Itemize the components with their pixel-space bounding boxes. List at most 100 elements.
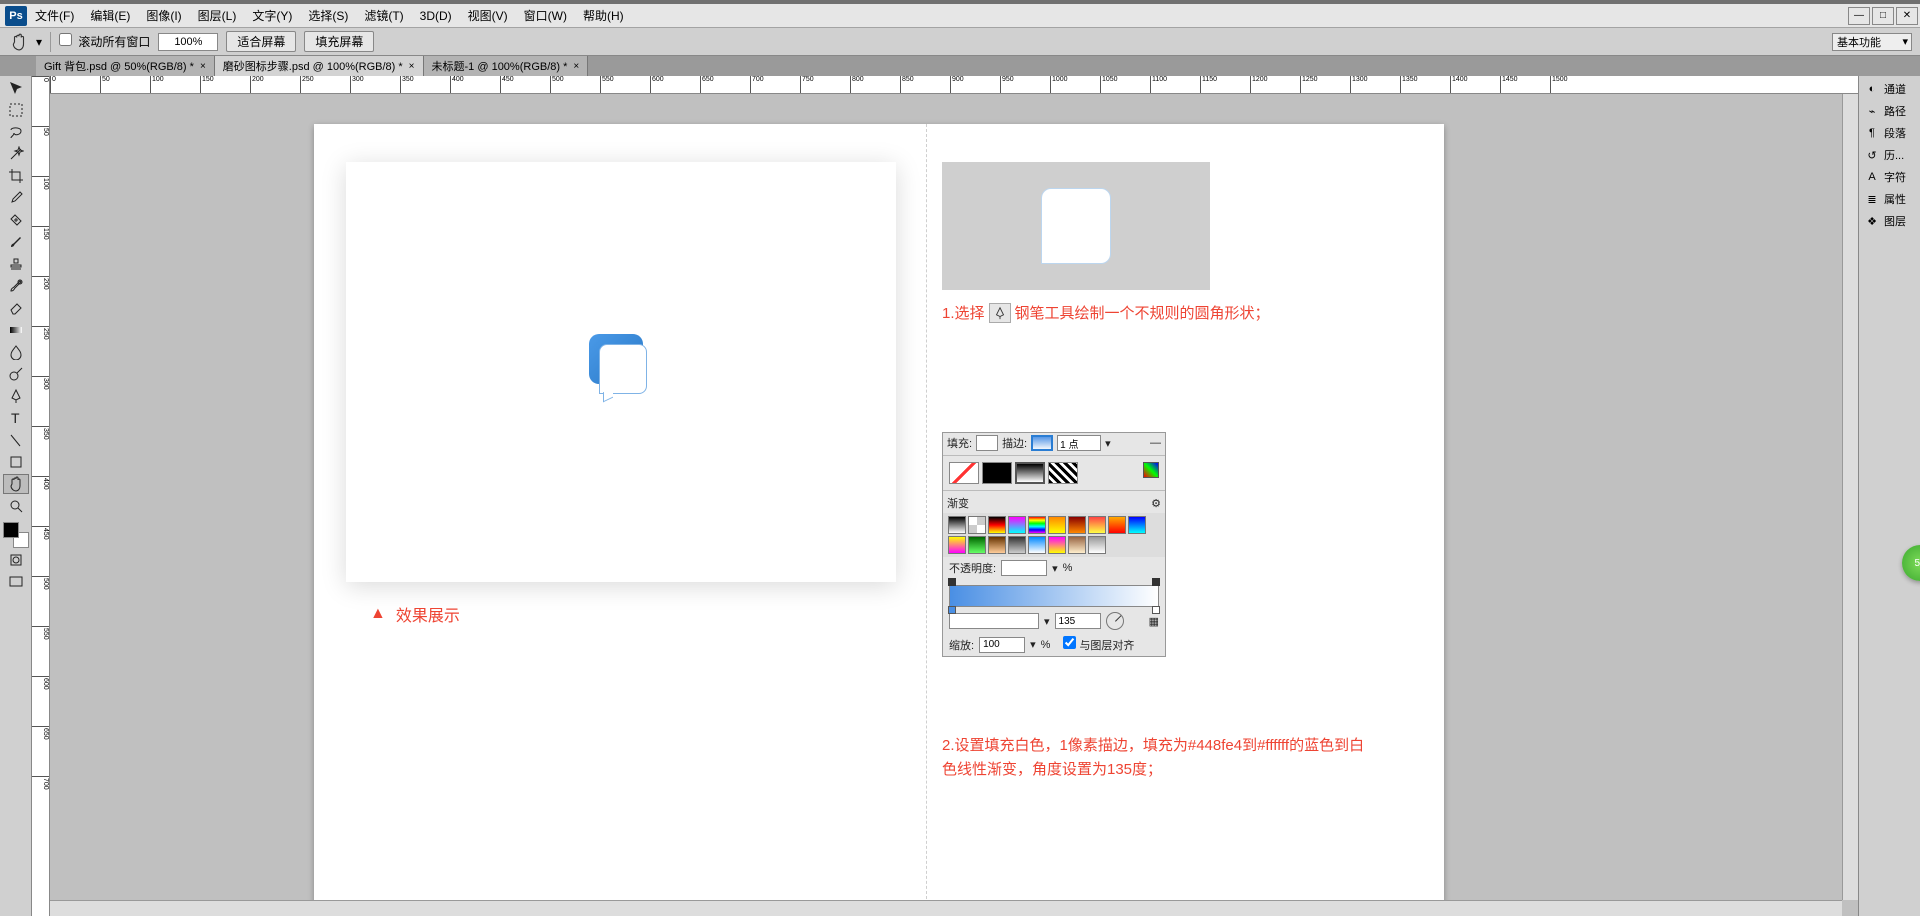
move-tool[interactable]	[3, 78, 29, 98]
eyedropper-tool[interactable]	[3, 188, 29, 208]
gradient-preset[interactable]	[1108, 516, 1126, 534]
eraser-tool[interactable]	[3, 298, 29, 318]
gradient-preset[interactable]	[1088, 536, 1106, 554]
color-picker-icon[interactable]	[1143, 462, 1159, 478]
gradient-preset[interactable]	[1008, 516, 1026, 534]
close-button[interactable]: ✕	[1896, 7, 1918, 25]
angle-dial[interactable]	[1106, 612, 1124, 630]
tool-caret-icon[interactable]: ▾	[36, 35, 42, 49]
path-tool[interactable]	[3, 430, 29, 450]
screenmode-toggle[interactable]	[3, 572, 29, 592]
fill-gradient-button[interactable]	[1015, 462, 1045, 484]
panel-character[interactable]: A 字符	[1859, 166, 1920, 188]
workspace-selector[interactable]: 基本功能 ▾	[1832, 33, 1912, 51]
horizontal-scrollbar[interactable]	[50, 900, 1842, 916]
angle-input[interactable]	[1055, 613, 1101, 629]
type-tool[interactable]: T	[3, 408, 29, 428]
vertical-scrollbar[interactable]	[1842, 94, 1858, 900]
pen-tool[interactable]	[3, 386, 29, 406]
gradient-preset[interactable]	[948, 516, 966, 534]
menu-select[interactable]: 选择(S)	[308, 7, 348, 24]
dodge-tool[interactable]	[3, 364, 29, 384]
gradient-preset[interactable]	[1048, 516, 1066, 534]
document-tab[interactable]: Gift 背包.psd @ 50%(RGB/8) * ×	[36, 56, 215, 76]
gradient-preset[interactable]	[1028, 536, 1046, 554]
gear-icon[interactable]: ⚙	[1151, 497, 1161, 510]
gradient-preset[interactable]	[1068, 516, 1086, 534]
panel-properties[interactable]: ≣ 属性	[1859, 188, 1920, 210]
brush-tool[interactable]	[3, 232, 29, 252]
stroke-size-caret[interactable]: ▾	[1105, 437, 1111, 450]
wand-tool[interactable]	[3, 144, 29, 164]
snap-icon[interactable]: ▦	[1149, 615, 1159, 628]
gradient-preset[interactable]	[1088, 516, 1106, 534]
gradient-preset[interactable]	[1048, 536, 1066, 554]
menu-window[interactable]: 窗口(W)	[524, 7, 567, 24]
menu-layer[interactable]: 图层(L)	[198, 7, 237, 24]
history-icon: ↺	[1864, 147, 1880, 163]
panel-channels[interactable]: ◐ 通道	[1859, 78, 1920, 100]
gradient-preset[interactable]	[1068, 536, 1086, 554]
fill-screen-button[interactable]: 填充屏幕	[304, 31, 374, 52]
gradient-bar[interactable]	[949, 585, 1159, 607]
align-checkbox[interactable]	[1063, 636, 1076, 649]
more-icon[interactable]: —	[1150, 437, 1161, 449]
fit-screen-button[interactable]: 适合屏幕	[226, 31, 296, 52]
scroll-all-checkbox[interactable]	[59, 33, 72, 46]
color-swatches[interactable]	[3, 522, 29, 548]
menu-file[interactable]: 文件(F)	[35, 7, 74, 24]
menu-help[interactable]: 帮助(H)	[583, 7, 624, 24]
gradient-preset[interactable]	[988, 536, 1006, 554]
document-tab[interactable]: 磨砂图标步骤.psd @ 100%(RGB/8) * ×	[215, 56, 424, 76]
maximize-button[interactable]: □	[1872, 7, 1894, 25]
blur-tool[interactable]	[3, 342, 29, 362]
crop-tool[interactable]	[3, 166, 29, 186]
align-layer-checkbox[interactable]: 与图层对齐	[1063, 636, 1134, 653]
fill-swatch[interactable]	[976, 435, 998, 451]
gradient-preset[interactable]	[968, 536, 986, 554]
gradient-tool[interactable]	[3, 320, 29, 340]
menu-type[interactable]: 文字(Y)	[252, 7, 292, 24]
panel-history[interactable]: ↺ 历...	[1859, 144, 1920, 166]
panel-paragraph[interactable]: ¶ 段落	[1859, 122, 1920, 144]
fg-color-swatch[interactable]	[3, 522, 19, 538]
gradient-preset[interactable]	[1008, 536, 1026, 554]
lasso-tool[interactable]	[3, 122, 29, 142]
gradient-preset[interactable]	[1028, 516, 1046, 534]
stroke-size-input[interactable]	[1057, 435, 1101, 451]
close-icon[interactable]: ×	[409, 61, 415, 72]
marquee-tool[interactable]	[3, 100, 29, 120]
close-icon[interactable]: ×	[573, 61, 579, 72]
zoom-field[interactable]	[158, 33, 218, 51]
gradient-type-select[interactable]	[949, 613, 1039, 629]
gradient-preset[interactable]	[1128, 516, 1146, 534]
menu-image[interactable]: 图像(I)	[146, 7, 181, 24]
hand-tool[interactable]	[3, 474, 29, 494]
history-brush-tool[interactable]	[3, 276, 29, 296]
gradient-preset[interactable]	[988, 516, 1006, 534]
gradient-preset[interactable]	[968, 516, 986, 534]
opacity-input[interactable]	[1001, 560, 1047, 576]
heal-tool[interactable]	[3, 210, 29, 230]
shape-tool[interactable]	[3, 452, 29, 472]
panel-paths[interactable]: ⌁ 路径	[1859, 100, 1920, 122]
fill-solid-button[interactable]	[982, 462, 1012, 484]
fill-none-button[interactable]	[949, 462, 979, 484]
menu-3d[interactable]: 3D(D)	[420, 9, 452, 23]
minimize-button[interactable]: —	[1848, 7, 1870, 25]
scale-input[interactable]	[979, 637, 1025, 653]
menu-edit[interactable]: 编辑(E)	[90, 7, 130, 24]
gradient-preset[interactable]	[948, 536, 966, 554]
quickmask-toggle[interactable]	[3, 550, 29, 570]
stamp-tool[interactable]	[3, 254, 29, 274]
document-tab[interactable]: 未标题-1 @ 100%(RGB/8) * ×	[424, 56, 589, 76]
fill-pattern-button[interactable]	[1048, 462, 1078, 484]
panel-layers[interactable]: ❖ 图层	[1859, 210, 1920, 232]
canvas-area[interactable]: ▲ 效果展示 1.选择 钢笔工具绘制一个不规则的圆角形状；	[50, 94, 1858, 916]
menu-filter[interactable]: 滤镜(T)	[364, 7, 403, 24]
zoom-tool[interactable]	[3, 496, 29, 516]
close-icon[interactable]: ×	[200, 61, 206, 72]
stroke-swatch[interactable]	[1031, 435, 1053, 451]
scroll-all-windows[interactable]: 滚动所有窗口	[59, 33, 150, 50]
menu-view[interactable]: 视图(V)	[468, 7, 508, 24]
